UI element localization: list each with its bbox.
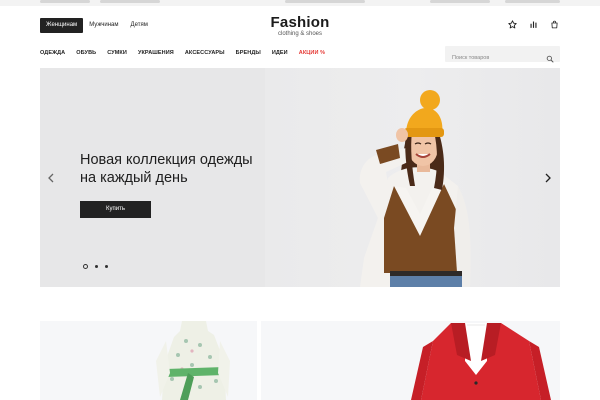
nav-item-accessories[interactable]: АКСЕССУАРЫ <box>185 50 225 56</box>
search-box <box>445 46 560 66</box>
nav-item-clothing[interactable]: ОДЕЖДА <box>40 50 65 56</box>
chart-icon[interactable] <box>528 19 539 30</box>
product-jacket-image <box>411 323 551 400</box>
hero-model-image <box>359 90 471 287</box>
top-bar-text-placeholder <box>505 0 560 3</box>
top-bar-text-placeholder <box>285 0 365 3</box>
site-logo[interactable]: Fashion clothing & shoes <box>250 14 350 38</box>
tab-kids[interactable]: Детям <box>125 18 154 33</box>
slider-dot[interactable] <box>105 265 108 268</box>
top-bar-text-placeholder <box>100 0 160 3</box>
hero-banner: Новая коллекция одежды на каждый день Ку… <box>40 68 560 287</box>
slider-dot[interactable] <box>83 264 88 269</box>
slider-dots <box>83 264 108 269</box>
product-card[interactable] <box>261 321 560 400</box>
header-icons <box>507 19 560 30</box>
nav-item-ideas[interactable]: ИДЕИ <box>272 50 288 56</box>
tab-men[interactable]: Мужчинам <box>83 18 124 33</box>
product-card[interactable] <box>40 321 257 400</box>
nav-item-sale[interactable]: АКЦИИ % <box>299 50 325 56</box>
search-icon[interactable] <box>546 50 554 63</box>
top-info-bar <box>0 0 600 6</box>
next-slide-button[interactable] <box>543 172 553 184</box>
chevron-left-icon <box>48 173 54 183</box>
bag-icon[interactable] <box>549 19 560 30</box>
logo-subtitle: clothing & shoes <box>277 31 323 37</box>
search-input[interactable] <box>445 50 560 66</box>
prev-slide-button[interactable] <box>46 172 56 184</box>
nav-item-brands[interactable]: БРЕНДЫ <box>236 50 261 56</box>
hero-title-line: на каждый день <box>80 170 188 186</box>
chevron-right-icon <box>545 173 551 183</box>
main-nav: ОДЕЖДА ОБУВЬ СУМКИ УКРАШЕНИЯ АКСЕССУАРЫ … <box>40 50 336 56</box>
product-dress-image <box>156 321 230 400</box>
logo-title: Fashion <box>270 14 330 31</box>
nav-item-shoes[interactable]: ОБУВЬ <box>76 50 96 56</box>
nav-item-bags[interactable]: СУМКИ <box>107 50 127 56</box>
buy-button[interactable]: Купить <box>80 201 151 218</box>
slider-dot[interactable] <box>95 265 98 268</box>
tab-women[interactable]: Женщинам <box>40 18 84 33</box>
top-bar-text-placeholder <box>40 0 90 3</box>
hero-title: Новая коллекция одежды на каждый день <box>80 151 300 187</box>
hero-title-line: Новая коллекция одежды <box>80 152 253 168</box>
top-bar-text-placeholder <box>430 0 490 3</box>
gender-tabs: Женщинам Мужчинам Детям <box>40 18 154 33</box>
nav-item-jewelry[interactable]: УКРАШЕНИЯ <box>138 50 174 56</box>
star-icon[interactable] <box>507 19 518 30</box>
